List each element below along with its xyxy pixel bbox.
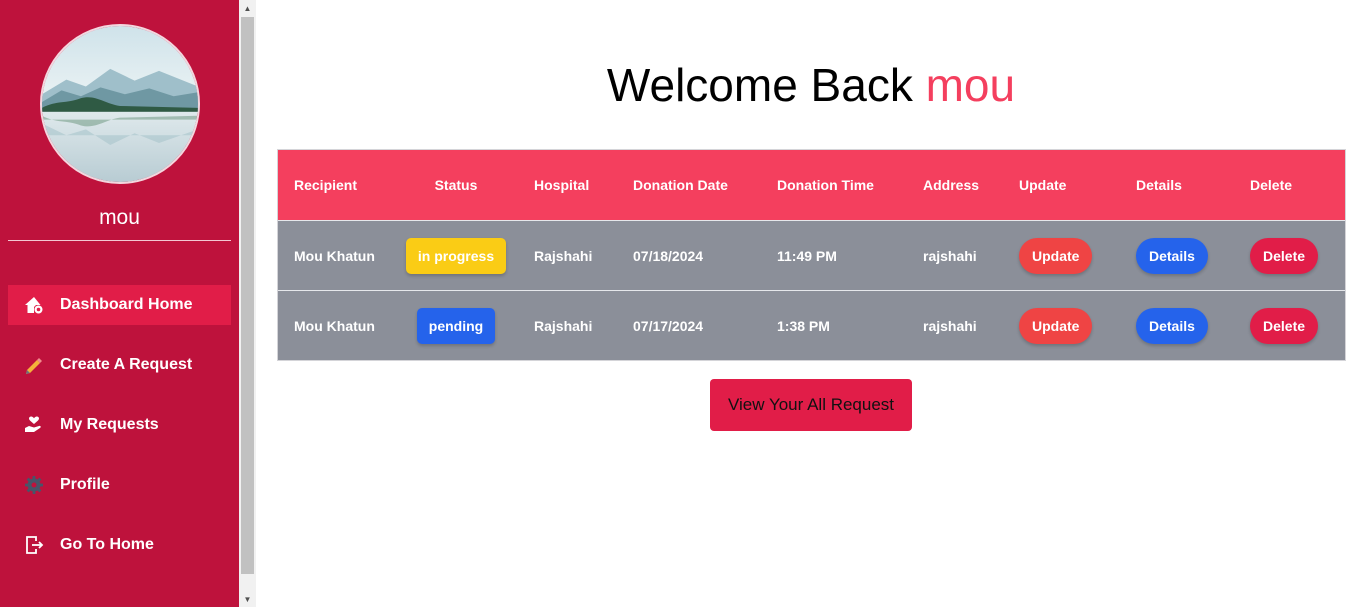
cell-details: Details [1136,291,1208,360]
cell-hospital: Rajshahi [534,317,593,334]
main-content: Welcome Back mou Recipient Status Hospit… [256,0,1366,607]
scroll-up-arrow-icon[interactable]: ▲ [239,0,256,16]
header-details: Details [1136,177,1182,193]
gear-icon [24,475,44,495]
cell-recipient: Mou Khatun [294,247,375,264]
sign-out-icon [24,535,44,555]
header-donation-time: Donation Time [777,177,874,193]
header-update: Update [1019,177,1067,193]
sidebar-item-label: Go To Home [60,536,154,553]
page-title: Welcome Back mou [256,58,1366,112]
status-badge: in progress [405,237,507,274]
sidebar-item-dashboard-home[interactable]: Dashboard Home [8,285,231,325]
status-badge: pending [416,307,496,344]
update-button[interactable]: Update [1019,237,1093,274]
cell-hospital: Rajshahi [534,247,593,264]
cell-details: Details [1136,221,1208,290]
cell-update: Update [1019,291,1093,360]
sidebar: mou Dashboard Home Create A Request My R… [0,0,239,607]
cell-status: pending [407,291,505,360]
cell-delete: Delete [1250,291,1319,360]
sidebar-item-create-request[interactable]: Create A Request [8,345,231,385]
delete-button[interactable]: Delete [1250,307,1319,344]
header-hospital: Hospital [534,177,590,193]
cell-donation-date: 07/17/2024 [633,317,704,334]
welcome-prefix: Welcome Back [606,59,926,111]
cell-recipient: Mou Khatun [294,317,375,334]
table-row: Mou Khatun in progress Rajshahi 07/18/20… [278,220,1345,290]
home-gear-icon [24,295,44,315]
scroll-down-arrow-icon[interactable]: ▼ [239,591,256,607]
update-button[interactable]: Update [1019,307,1093,344]
header-delete: Delete [1250,177,1293,193]
table-header-row: Recipient Status Hospital Donation Date … [278,150,1345,220]
header-recipient: Recipient [294,177,358,193]
cell-address: rajshahi [923,317,977,334]
details-button[interactable]: Details [1136,237,1208,274]
sidebar-item-go-to-home[interactable]: Go To Home [8,525,231,565]
cell-donation-date: 07/18/2024 [633,247,704,264]
view-all-requests-button[interactable]: View Your All Request [710,379,912,431]
sidebar-nav: Dashboard Home Create A Request My Reque… [8,285,231,585]
sidebar-item-profile[interactable]: Profile [8,465,231,505]
pencil-icon [24,355,44,375]
sidebar-username: mou [99,206,140,229]
header-donation-date: Donation Date [633,177,728,193]
header-status: Status [434,177,478,193]
cell-update: Update [1019,221,1093,290]
welcome-username: mou [925,59,1016,111]
app: mou Dashboard Home Create A Request My R… [0,0,1366,607]
sidebar-item-label: Create A Request [60,356,193,373]
sidebar-item-my-requests[interactable]: My Requests [8,405,231,445]
details-button[interactable]: Details [1136,307,1208,344]
header-address: Address [923,177,980,193]
sidebar-item-label: Dashboard Home [60,296,193,313]
table-row: Mou Khatun pending Rajshahi 07/17/2024 1… [278,290,1345,360]
delete-button[interactable]: Delete [1250,237,1319,274]
scroll-thumb[interactable] [241,17,254,574]
cell-delete: Delete [1250,221,1319,290]
hand-heart-icon [24,415,44,435]
cell-address: rajshahi [923,247,977,264]
scrollbar[interactable]: ▲ ▼ [239,0,256,607]
sidebar-divider [8,240,231,241]
donation-requests-table: Recipient Status Hospital Donation Date … [277,149,1346,361]
cell-status: in progress [405,221,507,290]
sidebar-item-label: Profile [60,476,110,493]
sidebar-item-label: My Requests [60,416,159,433]
cell-donation-time: 11:49 PM [777,247,837,264]
cell-donation-time: 1:38 PM [777,317,830,334]
avatar [40,24,200,184]
